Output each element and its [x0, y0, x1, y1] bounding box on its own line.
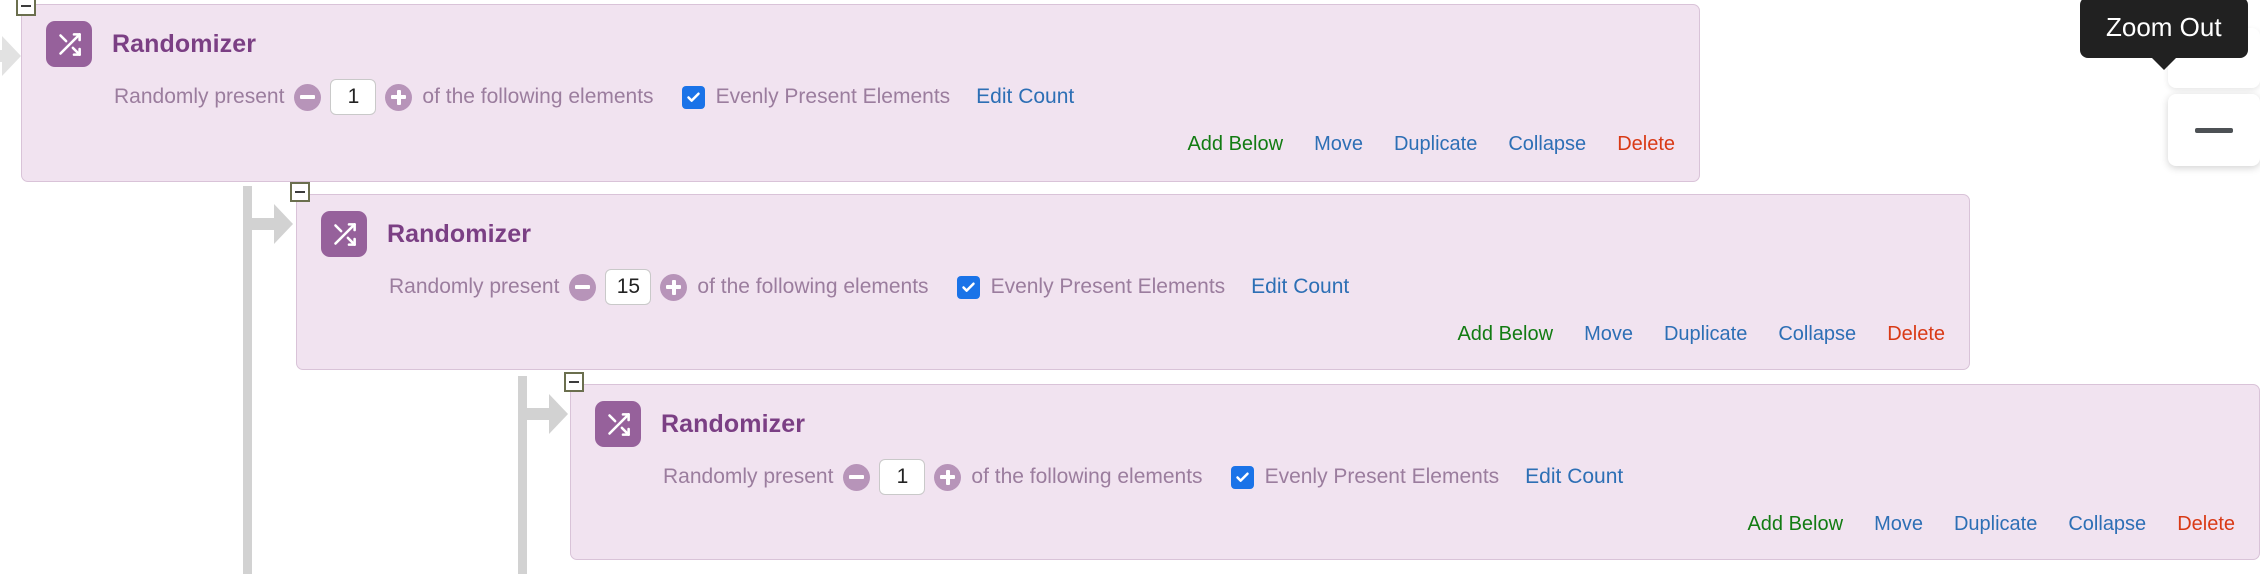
collapse-link[interactable]: Collapse [1508, 133, 1586, 156]
delete-link[interactable]: Delete [1617, 133, 1675, 156]
collapse-toggle-2[interactable] [290, 182, 310, 202]
count-input[interactable] [879, 459, 926, 495]
block-actions: Add Below Move Duplicate Collapse Delete [571, 503, 2259, 552]
shuffle-icon [46, 21, 92, 67]
plus-circle-icon[interactable] [934, 463, 962, 491]
minus-box-icon [295, 191, 305, 193]
checkmark-icon [956, 275, 980, 299]
move-link[interactable]: Move [1584, 323, 1633, 346]
tree-connector-arrow-2 [248, 198, 294, 250]
collapse-toggle-3[interactable] [564, 372, 584, 392]
count-stepper [843, 459, 962, 495]
following-elements-label: of the following elements [422, 85, 654, 108]
minus-icon [2195, 127, 2233, 133]
edit-count-link[interactable]: Edit Count [1525, 465, 1623, 489]
zoom-out-button[interactable] [2168, 94, 2260, 166]
plus-circle-icon[interactable] [385, 83, 413, 111]
count-input[interactable] [605, 269, 652, 305]
add-below-link[interactable]: Add Below [1747, 513, 1843, 536]
randomizer-block-2: Randomizer Randomly present of the follo… [296, 194, 1970, 370]
randomizer-settings-row: Randomly present of the following elemen… [22, 79, 1699, 115]
minus-circle-icon[interactable] [843, 463, 871, 491]
add-below-link[interactable]: Add Below [1457, 323, 1553, 346]
randomly-present-label: Randomly present [663, 465, 834, 488]
count-stepper [294, 79, 413, 115]
minus-circle-icon[interactable] [294, 83, 322, 111]
evenly-present-label: Evenly Present Elements [990, 275, 1226, 298]
randomizer-block-1: Randomizer Randomly present of the follo… [21, 4, 1700, 182]
tree-connector-arrow-3 [523, 388, 569, 440]
evenly-present-label: Evenly Present Elements [1264, 465, 1500, 488]
randomly-present-label: Randomly present [389, 275, 560, 298]
shuffle-icon [595, 401, 641, 447]
collapse-toggle-1[interactable] [16, 0, 36, 16]
count-input[interactable] [330, 79, 377, 115]
evenly-present-checkbox[interactable]: Evenly Present Elements [1230, 465, 1500, 489]
randomizer-settings-row: Randomly present of the following elemen… [297, 269, 1969, 305]
block-title: Randomizer [387, 219, 532, 248]
randomizer-block-3: Randomizer Randomly present of the follo… [570, 384, 2260, 560]
count-stepper [569, 269, 688, 305]
delete-link[interactable]: Delete [2177, 513, 2235, 536]
duplicate-link[interactable]: Duplicate [1954, 513, 2037, 536]
block-actions: Add Below Move Duplicate Collapse Delete [297, 313, 1969, 362]
block-title: Randomizer [661, 409, 806, 438]
edit-count-link[interactable]: Edit Count [1251, 275, 1349, 299]
zoom-out-tooltip: Zoom Out [2080, 0, 2248, 70]
checkmark-icon [681, 85, 705, 109]
following-elements-label: of the following elements [971, 465, 1203, 488]
collapse-link[interactable]: Collapse [1778, 323, 1856, 346]
plus-circle-icon[interactable] [660, 273, 688, 301]
move-link[interactable]: Move [1874, 513, 1923, 536]
evenly-present-checkbox[interactable]: Evenly Present Elements [956, 275, 1226, 299]
randomly-present-label: Randomly present [114, 85, 285, 108]
evenly-present-checkbox[interactable]: Evenly Present Elements [681, 85, 951, 109]
block-header: Randomizer [22, 5, 1699, 67]
collapse-link[interactable]: Collapse [2068, 513, 2146, 536]
duplicate-link[interactable]: Duplicate [1394, 133, 1477, 156]
move-link[interactable]: Move [1314, 133, 1363, 156]
minus-circle-icon[interactable] [569, 273, 597, 301]
following-elements-label: of the following elements [697, 275, 929, 298]
block-header: Randomizer [297, 195, 1969, 257]
block-header: Randomizer [571, 385, 2259, 447]
survey-flow-canvas: Randomizer Randomly present of the follo… [0, 0, 2260, 574]
add-below-link[interactable]: Add Below [1187, 133, 1283, 156]
minus-box-icon [569, 381, 579, 383]
checkmark-icon [1230, 465, 1254, 489]
block-title: Randomizer [112, 29, 257, 58]
minus-box-icon [21, 5, 31, 7]
shuffle-icon [321, 211, 367, 257]
delete-link[interactable]: Delete [1887, 323, 1945, 346]
randomizer-settings-row: Randomly present of the following elemen… [571, 459, 2259, 495]
evenly-present-label: Evenly Present Elements [715, 85, 951, 108]
edit-count-link[interactable]: Edit Count [976, 85, 1074, 109]
duplicate-link[interactable]: Duplicate [1664, 323, 1747, 346]
block-actions: Add Below Move Duplicate Collapse Delete [22, 123, 1699, 172]
tree-connector-arrow-1 [0, 30, 22, 82]
